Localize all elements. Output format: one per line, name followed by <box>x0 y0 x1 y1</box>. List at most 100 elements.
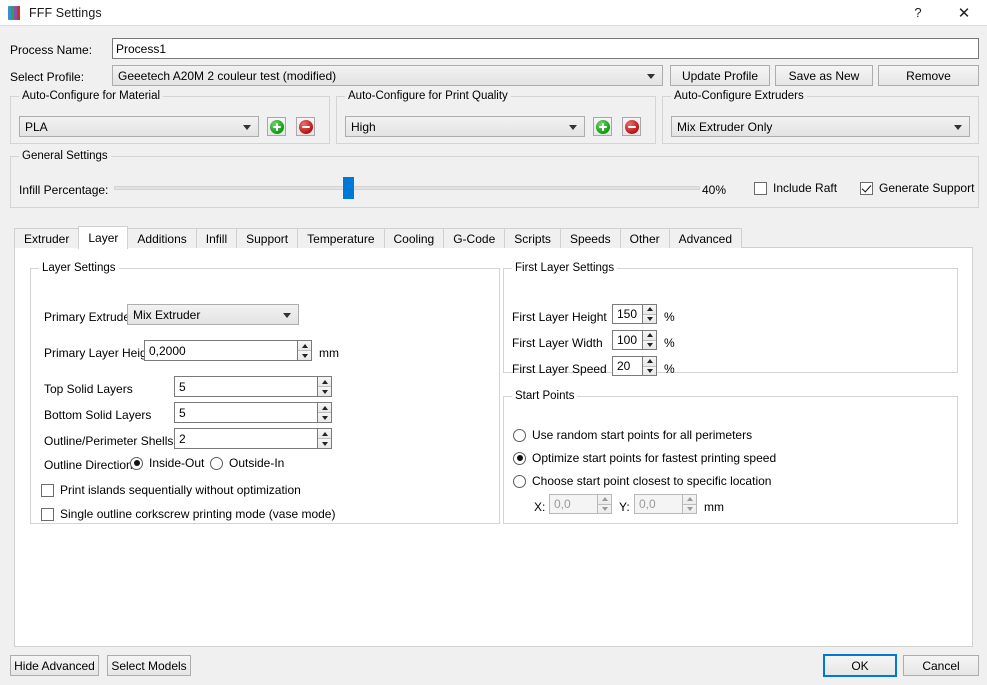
generate-support-label: Generate Support <box>879 181 975 195</box>
fff-settings-dialog: Process Name: Process1 Select Profile: G… <box>0 25 987 685</box>
general-settings-title: General Settings <box>19 150 111 162</box>
hide-advanced-button[interactable]: Hide Advanced <box>10 655 99 676</box>
checkbox-box-icon <box>860 181 873 195</box>
first-layer-width-value: 100 <box>617 333 638 347</box>
add-material-button[interactable] <box>267 117 286 136</box>
chevron-down-icon <box>647 73 655 79</box>
auto-configure-material-title: Auto-Configure for Material <box>19 90 164 102</box>
spinner-arrows-icon[interactable] <box>297 341 311 360</box>
first-layer-height-label: First Layer Height <box>512 310 607 324</box>
help-icon[interactable]: ? <box>895 0 941 25</box>
close-icon[interactable]: ✕ <box>941 0 987 25</box>
update-profile-button[interactable]: Update Profile <box>670 65 770 86</box>
start-point-optimize-label: Optimize start points for fastest printi… <box>532 451 777 465</box>
ok-button[interactable]: OK <box>823 654 897 677</box>
start-point-random-label: Use random start points for all perimete… <box>532 428 753 442</box>
tab-g-code[interactable]: G-Code <box>443 228 506 248</box>
process-name-label: Process Name: <box>10 43 93 57</box>
primary-layer-height-label: Primary Layer Height <box>44 346 157 360</box>
start-point-optimize-radio[interactable]: Optimize start points for fastest printi… <box>513 451 776 465</box>
first-layer-speed-label: First Layer Speed <box>512 362 607 376</box>
start-point-specific-label: Choose start point closest to specific l… <box>532 474 772 488</box>
tab-additions[interactable]: Additions <box>127 228 197 248</box>
infill-slider-track[interactable] <box>114 186 700 190</box>
tab-scripts[interactable]: Scripts <box>504 228 561 248</box>
start-point-x-stepper[interactable]: 0,0 <box>549 494 612 514</box>
start-points-title: Start Points <box>512 390 578 402</box>
tab-infill[interactable]: Infill <box>195 228 238 248</box>
bottom-solid-layers-stepper[interactable]: 5 <box>174 402 332 423</box>
primary-extruder-label: Primary Extruder <box>44 310 135 324</box>
process-name-input[interactable]: Process1 <box>112 38 979 59</box>
settings-tabstrip[interactable]: Extruder Layer Additions Infill Support Tempe… <box>14 226 743 249</box>
chevron-down-icon <box>954 124 962 130</box>
spinner-arrows-icon[interactable] <box>317 429 331 448</box>
start-point-random-radio[interactable]: Use random start points for all perimete… <box>513 428 752 442</box>
outline-direction-outside-in-radio[interactable]: Outside-In <box>210 456 284 470</box>
print-quality-dropdown[interactable]: High <box>345 116 585 137</box>
tab-support[interactable]: Support <box>236 228 299 248</box>
first-layer-speed-unit: % <box>664 362 675 376</box>
add-quality-button[interactable] <box>593 117 612 136</box>
top-solid-layers-stepper[interactable]: 5 <box>174 376 332 397</box>
select-profile-dropdown[interactable]: Geeetech A20M 2 couleur test (modified) <box>112 65 663 86</box>
remove-material-button[interactable] <box>296 117 315 136</box>
spinner-arrows-icon[interactable] <box>642 331 656 349</box>
tab-panel-layer: Layer Settings Primary Extruder Mix Extr… <box>14 247 973 647</box>
outline-direction-label: Outline Direction: <box>44 458 137 472</box>
infill-slider-thumb[interactable] <box>342 177 354 199</box>
material-dropdown[interactable]: PLA <box>19 116 259 137</box>
start-point-y-stepper[interactable]: 0,0 <box>634 494 697 514</box>
remove-profile-button[interactable]: Remove <box>878 65 979 86</box>
tab-other[interactable]: Other <box>619 228 670 248</box>
material-value: PLA <box>25 119 48 134</box>
layer-settings-title: Layer Settings <box>39 262 119 274</box>
vase-mode-checkbox[interactable]: Single outline corkscrew printing mode (… <box>41 507 335 521</box>
first-layer-width-stepper[interactable]: 100 <box>612 330 657 350</box>
infill-percentage-value: 40% <box>702 183 727 197</box>
start-point-y-value: 0,0 <box>639 497 656 511</box>
chevron-down-icon <box>283 312 291 318</box>
spinner-arrows-icon[interactable] <box>317 403 331 422</box>
primary-layer-height-stepper[interactable]: 0,2000 <box>144 340 312 361</box>
vase-mode-label: Single outline corkscrew printing mode (… <box>60 507 336 521</box>
first-layer-speed-stepper[interactable]: 20 <box>612 356 657 376</box>
tab-layer[interactable]: Layer <box>78 226 129 249</box>
outline-perimeter-shells-value: 2 <box>179 431 186 446</box>
auto-configure-quality-title: Auto-Configure for Print Quality <box>345 90 511 102</box>
radio-circle-icon <box>210 456 223 470</box>
radio-circle-icon <box>130 456 143 470</box>
tab-cooling[interactable]: Cooling <box>383 228 445 248</box>
generate-support-checkbox[interactable]: Generate Support <box>860 181 974 195</box>
window-title: FFF Settings <box>29 5 102 20</box>
tab-extruder[interactable]: Extruder <box>14 228 80 248</box>
cancel-button[interactable]: Cancel <box>903 655 979 676</box>
save-as-new-button[interactable]: Save as New <box>775 65 873 86</box>
start-point-x-label: X: <box>534 500 546 514</box>
spinner-arrows-icon[interactable] <box>642 305 656 323</box>
checkbox-box-icon <box>754 181 767 195</box>
tab-speeds[interactable]: Speeds <box>559 228 621 248</box>
top-solid-layers-label: Top Solid Layers <box>44 382 133 396</box>
title-bar: FFF Settings ? ✕ <box>0 0 987 25</box>
extruders-value: Mix Extruder Only <box>677 119 773 134</box>
first-layer-height-stepper[interactable]: 150 <box>612 304 657 324</box>
spinner-arrows-icon[interactable] <box>317 377 331 396</box>
print-islands-label: Print islands sequentially without optim… <box>60 483 301 497</box>
include-raft-checkbox[interactable]: Include Raft <box>754 181 837 195</box>
print-islands-sequentially-checkbox[interactable]: Print islands sequentially without optim… <box>41 483 301 497</box>
spinner-arrows-icon[interactable] <box>597 495 611 513</box>
primary-extruder-dropdown[interactable]: Mix Extruder <box>127 304 299 325</box>
spinner-arrows-icon[interactable] <box>682 495 696 513</box>
select-models-button[interactable]: Select Models <box>107 655 191 676</box>
start-point-specific-radio[interactable]: Choose start point closest to specific l… <box>513 474 771 488</box>
remove-quality-button[interactable] <box>622 117 641 136</box>
first-layer-width-label: First Layer Width <box>512 336 603 350</box>
outline-perimeter-shells-stepper[interactable]: 2 <box>174 428 332 449</box>
checkbox-box-icon <box>41 507 54 521</box>
tab-temperature[interactable]: Temperature <box>297 228 385 248</box>
tab-advanced[interactable]: Advanced <box>668 228 743 248</box>
outline-direction-inside-out-radio[interactable]: Inside-Out <box>130 456 204 470</box>
spinner-arrows-icon[interactable] <box>642 357 656 375</box>
extruders-dropdown[interactable]: Mix Extruder Only <box>671 116 970 137</box>
